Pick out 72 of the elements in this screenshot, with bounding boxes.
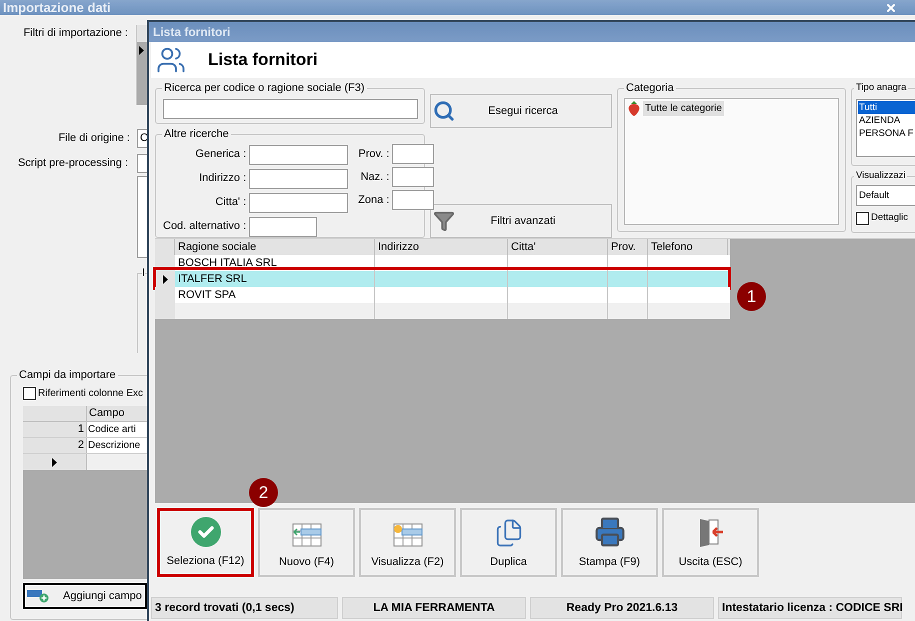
- list-item[interactable]: PERSONA F: [858, 127, 915, 140]
- table-cell: Descrizione: [87, 438, 147, 453]
- checkbox[interactable]: [856, 212, 869, 226]
- group-title: Categoria: [624, 81, 676, 95]
- field-label: Filtri di importazione :: [22, 26, 129, 41]
- add-field-button[interactable]: Aggiungi campo: [23, 583, 147, 609]
- table-add-icon: [290, 522, 322, 548]
- toolbar-button[interactable]: Stampa (F9): [561, 508, 658, 577]
- input-field[interactable]: [249, 168, 348, 188]
- search-button[interactable]: Esegui ricerca: [430, 94, 612, 128]
- field-label: Generica :: [194, 147, 246, 162]
- view-dropdown[interactable]: Default: [856, 185, 915, 206]
- field-label: Cod. alternativo :: [163, 219, 246, 234]
- dialog-heading: Lista fornitori: [208, 49, 318, 72]
- input-field[interactable]: [249, 216, 318, 236]
- row-number: 1: [23, 422, 87, 437]
- strawberry-icon: [627, 101, 641, 116]
- list-item[interactable]: Tutte le categorie: [643, 101, 724, 116]
- table-star-icon: [392, 522, 424, 548]
- funnel-icon: [433, 210, 455, 232]
- row-selector[interactable]: [155, 271, 175, 287]
- check-icon: [190, 516, 220, 546]
- status-bar-section: 3 record trovati (0,1 secs): [151, 597, 338, 619]
- input-field[interactable]: [392, 190, 434, 210]
- group-title: Tipo anagra: [854, 81, 908, 95]
- checkbox-label: Riferimenti colonne Exc: [38, 387, 144, 401]
- input-field[interactable]: [249, 192, 348, 212]
- group-title: Ricerca per codice o ragione sociale (F3): [162, 81, 367, 95]
- field-label: Indirizzo :: [198, 171, 246, 186]
- field-label: File di origine :: [57, 131, 130, 146]
- field-label: Naz. :: [360, 170, 390, 185]
- search-icon: [433, 100, 455, 122]
- window-title: Importazione dati: [3, 0, 111, 15]
- add-row-icon: [27, 589, 49, 603]
- list-item[interactable]: AZIENDA: [858, 114, 915, 127]
- input-field[interactable]: [249, 144, 348, 164]
- row-pointer-icon: [162, 274, 168, 284]
- table-row[interactable]: ROVIT SPA: [155, 287, 730, 303]
- close-icon[interactable]: [885, 2, 897, 14]
- column-header: Campo: [88, 406, 124, 421]
- status-bar-section: Ready Pro 2021.6.13: [530, 597, 714, 619]
- toolbar-button[interactable]: Seleziona (F12): [157, 508, 254, 577]
- row-pointer-icon: [52, 458, 57, 466]
- field-label: Prov. :: [358, 147, 390, 162]
- checkbox-label: Dettaglic: [871, 211, 908, 226]
- table-cell: Codice arti: [87, 422, 147, 437]
- input-field[interactable]: [392, 144, 434, 164]
- checkbox[interactable]: [23, 387, 36, 400]
- toolbar-button[interactable]: Uscita (ESC): [662, 508, 759, 577]
- grid-header: [137, 25, 147, 42]
- field-label: Zona :: [358, 193, 390, 208]
- input-field[interactable]: [137, 154, 147, 173]
- toolbar-button[interactable]: Nuovo (F4): [258, 508, 355, 577]
- group-title: Campi da importare: [17, 368, 118, 382]
- status-bar-section: LA MIA FERRAMENTA: [342, 597, 526, 619]
- advanced-filters-button[interactable]: Filtri avanzati: [430, 204, 612, 238]
- new-row[interactable]: [23, 454, 147, 470]
- row-number: 2: [23, 438, 87, 453]
- toolbar-button[interactable]: Visualizza (F2): [359, 508, 456, 577]
- field-label: Citta' :: [214, 195, 246, 210]
- callout-number: 1: [737, 282, 766, 311]
- input-field[interactable]: [392, 167, 434, 187]
- toolbar-button[interactable]: Duplica: [460, 508, 557, 577]
- list-item[interactable]: Tutti: [858, 101, 915, 114]
- printer-icon: [594, 516, 626, 548]
- people-icon: [156, 45, 186, 75]
- status-bar-section: Intestatario licenza : CODICE SRI: [718, 597, 902, 619]
- row-pointer-icon: [139, 46, 144, 55]
- field-label: Script pre-processing :: [16, 156, 128, 172]
- dialog-title: Lista fornitori: [153, 24, 230, 41]
- text-area[interactable]: [137, 176, 147, 258]
- input-field[interactable]: [163, 99, 418, 119]
